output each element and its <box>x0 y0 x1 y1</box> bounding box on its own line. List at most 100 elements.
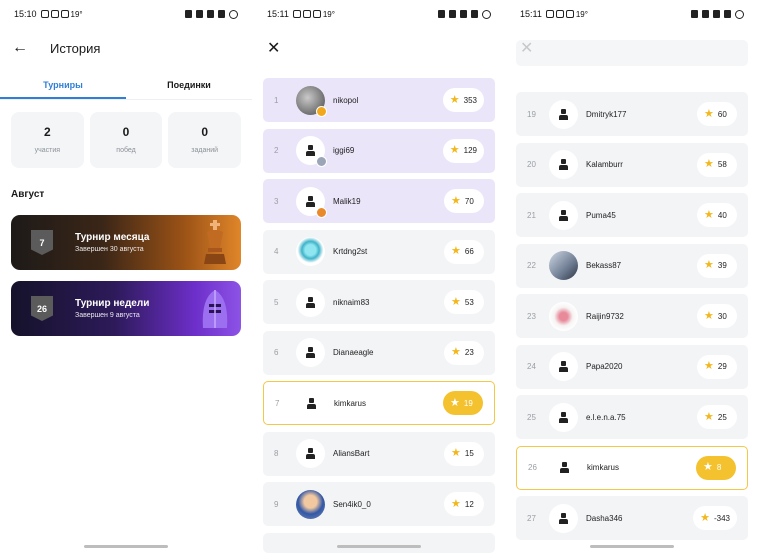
leaderboard-row[interactable]: 5 niknaim83 ★ 53 <box>263 280 495 324</box>
avatar <box>550 453 579 482</box>
avatar <box>296 489 325 519</box>
tab-duels[interactable]: Поединки <box>126 74 252 99</box>
stat-value: 0 <box>201 125 209 139</box>
score-value: 70 <box>464 196 474 206</box>
score-pill: ★ 353 <box>442 88 484 112</box>
leaderboard-row[interactable]: 4 Krtdng2st ★ 66 <box>263 229 495 274</box>
rank-number: 6 <box>274 348 279 357</box>
tournament-name: Турнир месяца <box>75 232 150 243</box>
home-indicator <box>590 545 674 548</box>
status-time: 15:10 <box>14 9 37 19</box>
avatar <box>549 352 578 381</box>
tournament-date: Завершен 9 августа <box>75 312 140 319</box>
score-pill: ★ 19 <box>443 391 483 415</box>
system-icons <box>185 9 238 19</box>
star-icon: ★ <box>704 259 714 271</box>
score-value: 129 <box>463 146 477 155</box>
leaderboard-row[interactable]: 22 Bekass87 ★ 39 <box>516 243 748 288</box>
rank-number: 4 <box>274 247 279 256</box>
star-icon: ★ <box>451 447 461 459</box>
leaderboard-row[interactable]: 9 Sen4ik0_0 ★ 12 <box>263 482 495 526</box>
avatar <box>296 287 325 317</box>
leaderboard-row[interactable]: 23 Raijin9732 ★ 30 <box>516 294 748 338</box>
rank-number: 25 <box>527 412 536 422</box>
leaderboard-row[interactable]: 19 Dmitryk177 ★ 60 <box>516 92 748 136</box>
bronze-medal-icon <box>316 206 327 218</box>
stat-label: участия <box>34 147 61 154</box>
score-value: 39 <box>717 261 727 270</box>
leaderboard-row[interactable]: 2 iggi69 ★ 129 <box>263 128 495 173</box>
stat-value: 0 <box>122 125 130 139</box>
avatar <box>549 251 578 280</box>
default-avatar-icon <box>559 108 568 120</box>
avatar <box>297 388 326 418</box>
score-value: 58 <box>717 160 727 169</box>
home-indicator <box>337 545 421 548</box>
leaderboard-row[interactable]: 21 Puma45 ★ 40 <box>516 193 748 237</box>
score-value: 12 <box>464 499 474 509</box>
leaderboard-row[interactable]: 20 Kalamburr ★ 58 <box>516 142 748 187</box>
star-icon: ★ <box>451 295 461 308</box>
default-avatar-icon <box>306 145 315 156</box>
system-icons <box>438 9 491 19</box>
score-value: 8 <box>716 463 722 472</box>
avatar <box>549 200 578 230</box>
default-avatar-icon <box>307 397 316 409</box>
rank-number: 24 <box>527 362 536 371</box>
rank-number: 21 <box>527 210 536 220</box>
score-value: 19 <box>463 398 473 408</box>
month-heading: Август <box>11 189 45 200</box>
leaderboard-row[interactable]: 3 Malik19 ★ 70 <box>263 179 495 223</box>
back-arrow-icon[interactable]: ← <box>12 39 32 57</box>
rank-number: 23 <box>527 311 536 321</box>
star-icon: ★ <box>703 461 713 473</box>
score-value: 66 <box>464 247 474 256</box>
tab-bar: Турниры Поединки <box>0 74 252 100</box>
leaderboard-row[interactable]: 25 e.l.e.n.a.75 ★ 25 <box>516 395 748 439</box>
silver-medal-icon <box>316 156 327 167</box>
place-badge: 7 <box>31 230 53 255</box>
username: Dasha346 <box>586 513 623 523</box>
leaderboard-row[interactable]: 7 kimkarus ★ 19 <box>263 381 495 425</box>
page-title: История <box>50 40 101 56</box>
tab-tournaments[interactable]: Турниры <box>0 74 126 99</box>
stat-wins: 0 побед <box>89 112 163 168</box>
rank-number: 1 <box>274 95 279 105</box>
system-icons <box>691 9 744 19</box>
score-value: 40 <box>717 210 727 220</box>
score-pill: ★ 12 <box>444 492 484 516</box>
leaderboard-row[interactable]: 26 kimkarus ★ 8 <box>516 445 748 490</box>
score-value: 353 <box>463 95 477 105</box>
tournament-card-week[interactable]: 26 Турнир недели Завершен 9 августа <box>11 281 241 336</box>
close-icon[interactable]: ✕ <box>267 38 280 58</box>
leaderboard-row[interactable]: 24 Papa2020 ★ 29 <box>516 344 748 389</box>
score-pill: ★ 23 <box>444 340 484 365</box>
leaderboard-screen-top: 15:11 19° ✕ 1 nikopol ★ 353 2 iggi69 ★ 129 3 Mali… <box>253 0 505 554</box>
tournament-card-month[interactable]: 7 Турнир месяца Завершен 30 августа <box>11 215 241 270</box>
default-avatar-icon <box>306 448 315 459</box>
leaderboard-row[interactable]: 8 AliansBart ★ 15 <box>263 431 495 476</box>
app-bar: ✕ <box>253 36 505 60</box>
leaderboard-row[interactable]: 6 Dianaeagle ★ 23 <box>263 330 495 375</box>
stat-value: 2 <box>43 125 51 139</box>
rank-number: 26 <box>528 463 537 472</box>
avatar <box>549 503 578 533</box>
leaderboard-row[interactable]: 27 Dasha346 ★ -343 <box>516 496 748 540</box>
avatar <box>296 338 325 367</box>
star-icon: ★ <box>451 346 461 358</box>
home-indicator <box>84 545 168 548</box>
score-value: 29 <box>717 362 727 371</box>
status-time: 15:11 <box>267 9 289 19</box>
rank-number: 27 <box>527 513 536 523</box>
star-icon: ★ <box>451 194 461 207</box>
username: Malik19 <box>333 196 361 206</box>
score-pill: ★ 60 <box>697 102 737 126</box>
avatar <box>549 150 578 179</box>
star-icon: ★ <box>449 93 460 106</box>
rank-number: 9 <box>274 499 279 509</box>
leaderboard-row[interactable]: 1 nikopol ★ 353 <box>263 78 495 122</box>
avatar <box>549 99 578 129</box>
score-pill: ★ 66 <box>444 239 484 264</box>
avatar <box>296 439 325 468</box>
avatar <box>296 186 327 218</box>
